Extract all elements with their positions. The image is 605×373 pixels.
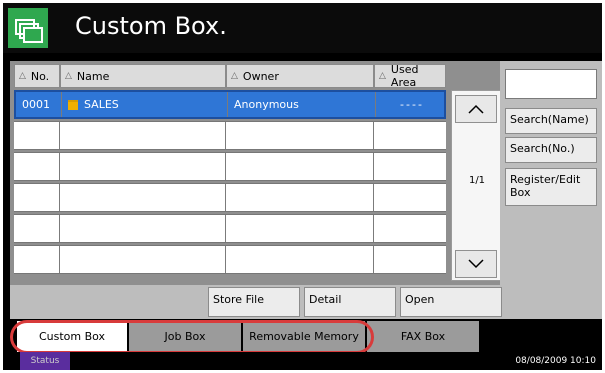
cell-owner [226, 153, 374, 180]
table-row-selected[interactable]: 0001 SALES Anonymous ---- [14, 90, 446, 119]
open-button[interactable]: Open [400, 287, 502, 317]
cell-used-area [374, 153, 446, 180]
cell-no [14, 184, 60, 211]
tab-fax-box[interactable]: FAX Box [367, 321, 479, 352]
cell-no [14, 122, 60, 149]
cell-name [60, 184, 226, 211]
cell-used-area [374, 122, 446, 149]
document-box-icon [8, 8, 48, 48]
store-file-button[interactable]: Store File [208, 287, 300, 317]
cell-owner [226, 246, 374, 273]
table-row[interactable] [14, 121, 446, 150]
detail-button[interactable]: Detail [304, 287, 396, 317]
cell-used-area [374, 184, 446, 211]
cell-owner: Anonymous [228, 92, 376, 117]
cell-name [60, 246, 226, 273]
scroll-down-button[interactable] [455, 250, 497, 278]
sort-triangle-icon: △ [65, 71, 72, 81]
table-row[interactable] [14, 152, 446, 181]
sort-triangle-icon: △ [379, 71, 386, 81]
header-spacer [446, 64, 503, 88]
datetime: 08/08/2009 10:10 [515, 356, 596, 366]
cell-owner [226, 122, 374, 149]
cell-name [60, 153, 226, 180]
chevron-up-icon [468, 104, 484, 114]
header-bar: Custom Box. [3, 3, 602, 53]
column-header-no[interactable]: △ No. [14, 64, 60, 88]
cell-used-area [374, 215, 446, 242]
search-name-button[interactable]: Search(Name) [505, 108, 597, 134]
cell-used-area: ---- [400, 98, 424, 111]
cell-name: SALES [62, 92, 228, 117]
cell-owner [226, 184, 374, 211]
search-no-button[interactable]: Search(No.) [505, 137, 597, 163]
cell-no [14, 215, 60, 242]
status-bar: Status 08/08/2009 10:10 [3, 352, 602, 370]
register-edit-box-button[interactable]: Register/Edit Box [505, 168, 597, 206]
search-input[interactable] [505, 69, 597, 99]
chevron-down-icon [468, 259, 484, 269]
screen-frame: Custom Box. △ No. △ Name △ Owner △ Used … [3, 3, 602, 370]
status-button[interactable]: Status [20, 352, 70, 370]
sort-triangle-icon: △ [19, 71, 26, 81]
box-list: 0001 SALES Anonymous ---- [14, 90, 446, 282]
sort-triangle-icon: △ [231, 71, 238, 81]
column-header-owner[interactable]: △ Owner [226, 64, 374, 88]
cell-used-area [374, 246, 446, 273]
page-indicator: 1/1 [468, 175, 486, 186]
cell-name [60, 215, 226, 242]
table-row[interactable] [14, 183, 446, 212]
page-title: Custom Box. [75, 12, 227, 40]
table-row[interactable] [14, 214, 446, 243]
action-bar: Store File Detail Open [10, 285, 506, 319]
cell-name [60, 122, 226, 149]
cell-no [14, 246, 60, 273]
scroll-up-button[interactable] [455, 95, 497, 123]
folder-icon [68, 99, 78, 110]
column-header-used-area[interactable]: △ Used Area [374, 63, 446, 89]
highlight-oval [10, 320, 374, 354]
cell-owner [226, 215, 374, 242]
cell-no [14, 153, 60, 180]
search-panel: Search(Name) Search(No.) Register/Edit B… [500, 61, 602, 319]
box-list-panel: △ No. △ Name △ Owner △ Used Area 0001 SA… [10, 61, 506, 285]
table-row[interactable] [14, 245, 446, 274]
column-header-name[interactable]: △ Name [60, 64, 226, 88]
cell-no: 0001 [16, 92, 62, 117]
scroll-area: 1/1 [451, 90, 501, 281]
